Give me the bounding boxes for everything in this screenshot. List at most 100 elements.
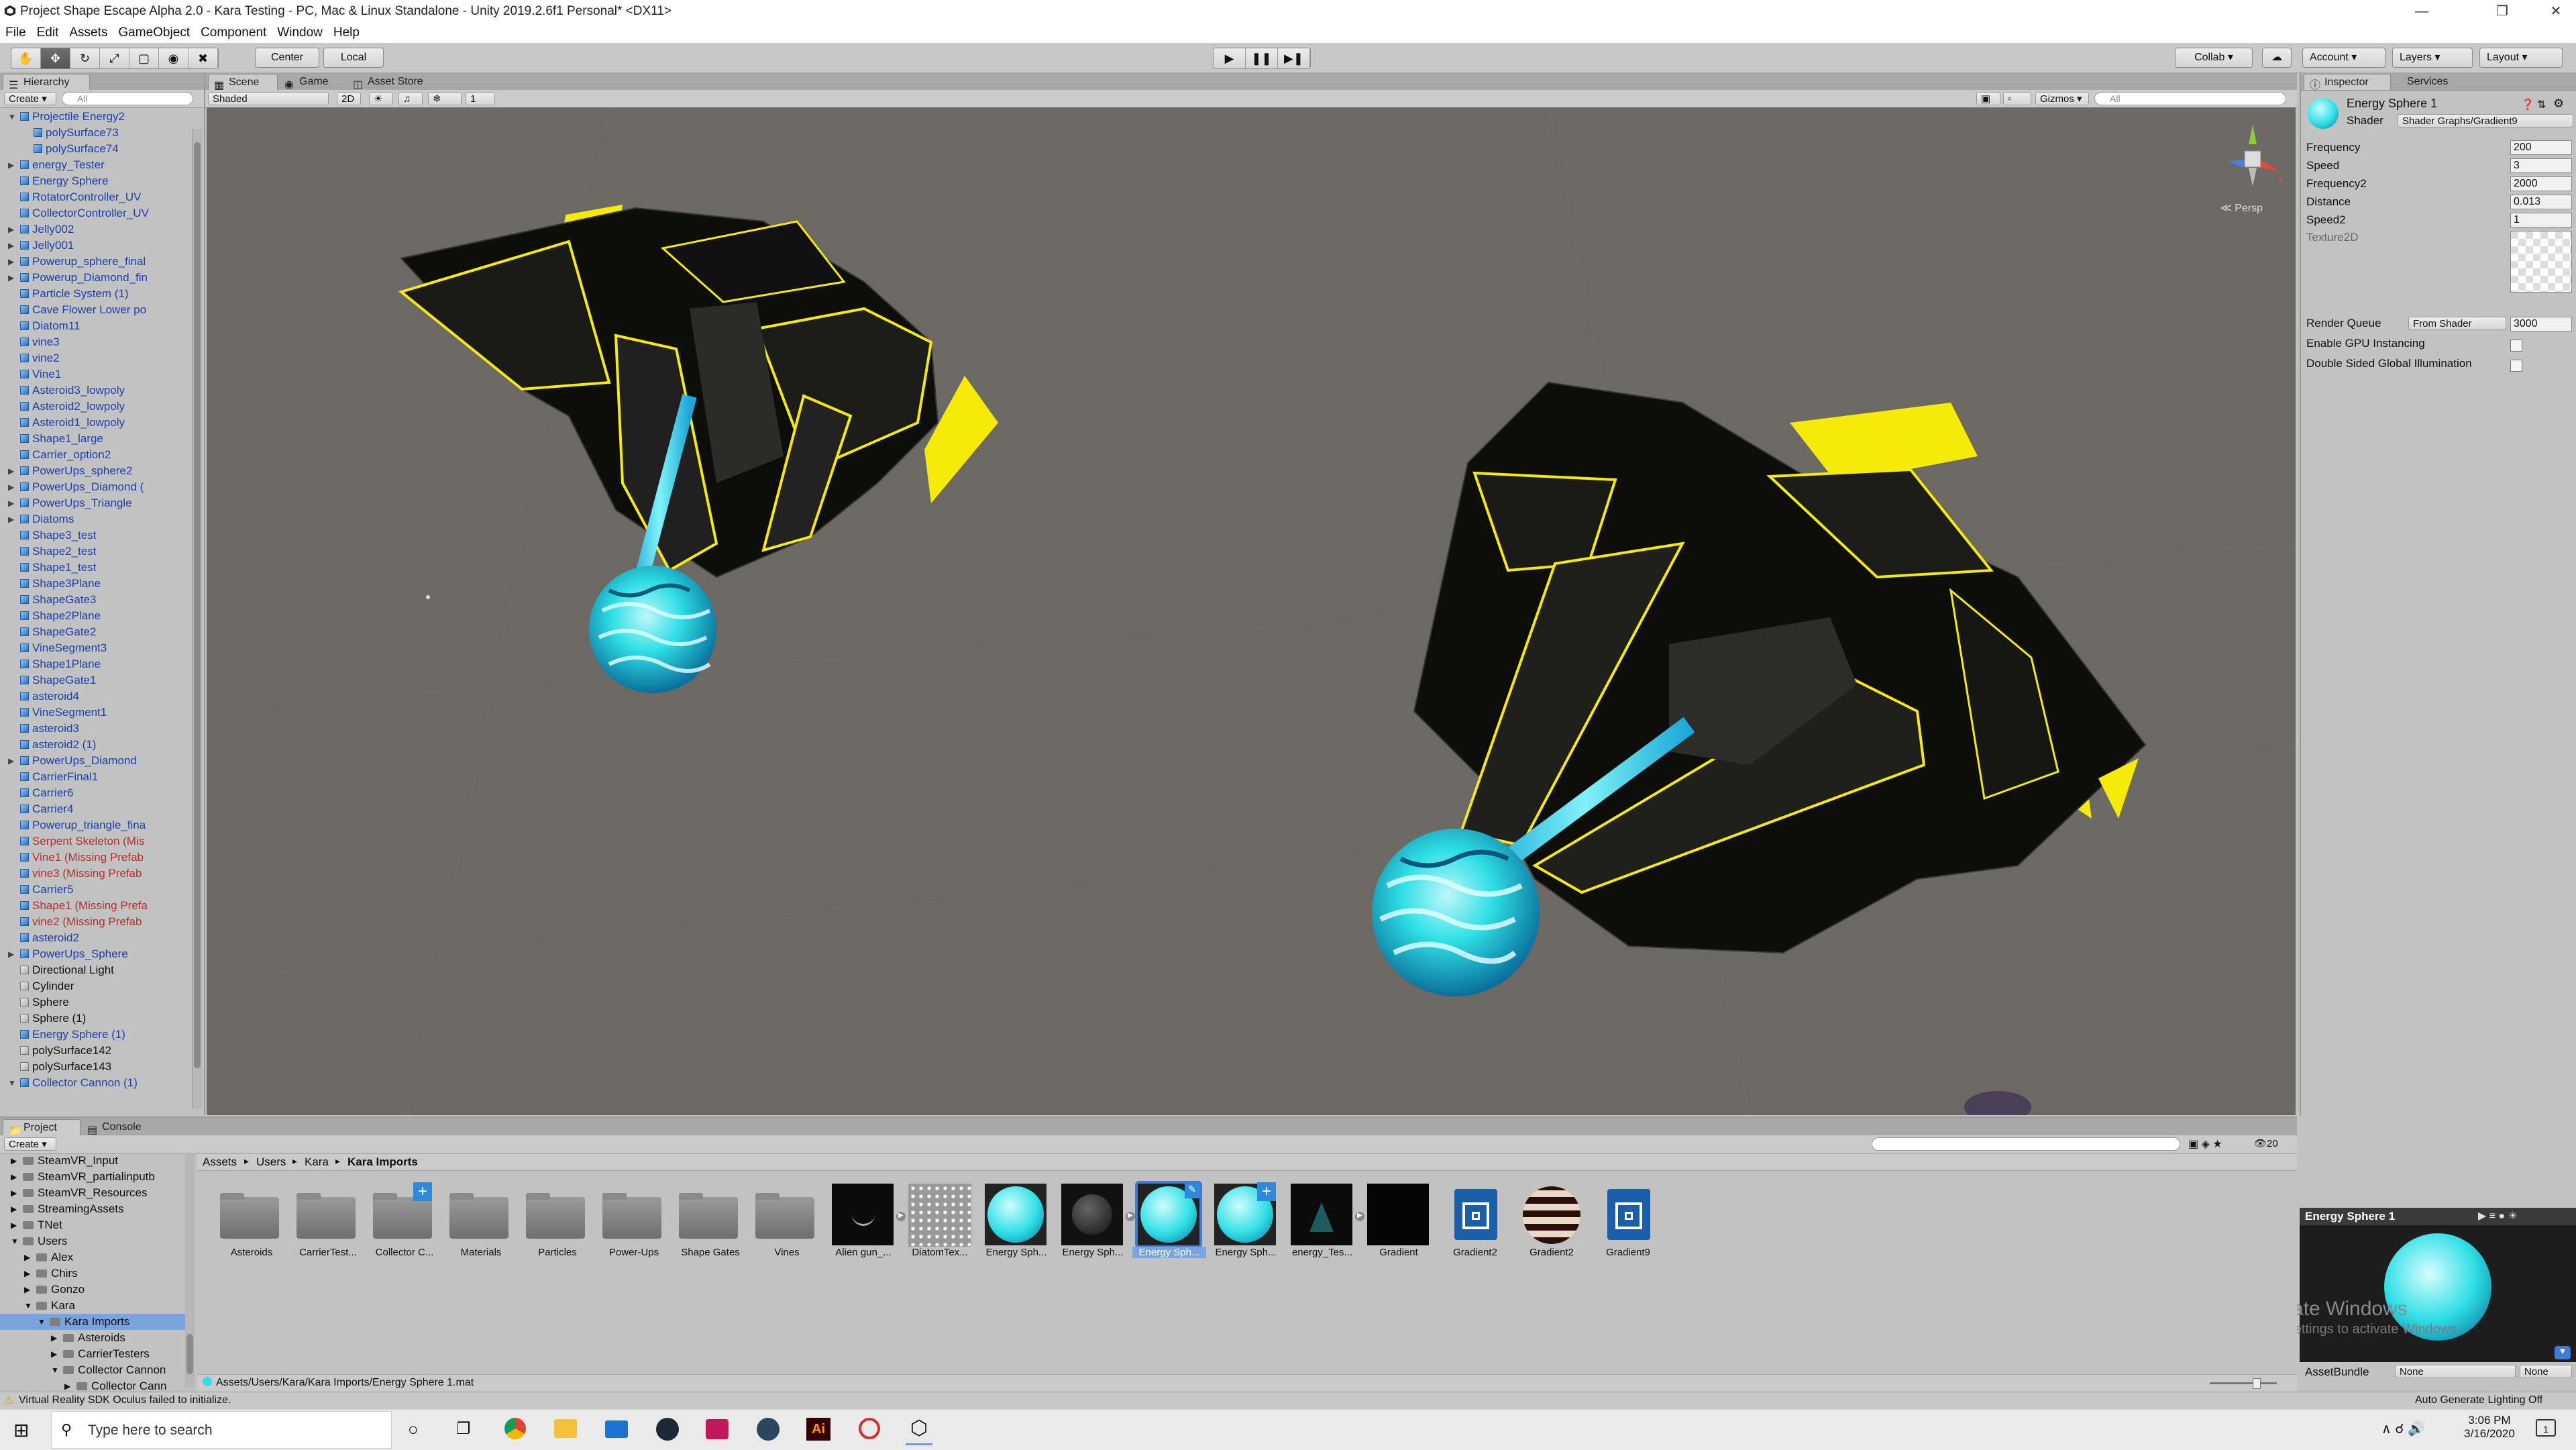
steam-icon[interactable] (656, 1418, 679, 1441)
play-icon[interactable]: ▶ (1214, 48, 1246, 68)
assetbundle-dropdown[interactable]: None (2395, 1365, 2516, 1378)
step-icon[interactable]: ▶❚ (1278, 48, 1310, 68)
system-tray-icons[interactable]: ∧ ☌ 🔊 (2381, 1420, 2424, 1437)
project-folder-item[interactable]: ▼ Kara Imports (0, 1314, 185, 1330)
hierarchy-item[interactable]: Cave Flower Lower po (0, 302, 181, 318)
preview-play-icon[interactable]: ▶ ≡ ● ☀ (2478, 1209, 2518, 1223)
audio-toggle-icon[interactable]: ♫ (398, 92, 423, 105)
hierarchy-item[interactable]: asteroid3 (0, 721, 181, 737)
menu-edit[interactable]: Edit (32, 23, 64, 40)
clock[interactable]: 3:06 PM 3/16/2020 (2459, 1414, 2520, 1441)
mail-icon[interactable] (605, 1420, 628, 1438)
pause-icon[interactable]: ❚❚ (1246, 48, 1278, 68)
hierarchy-item[interactable]: Carrier4 (0, 801, 181, 817)
asset-label[interactable]: Energy Sph... (1209, 1247, 1283, 1258)
custom-tool-icon[interactable]: ✖ (189, 48, 218, 68)
asset-thumbnail[interactable] (1289, 1182, 1356, 1249)
settings-gear-icon[interactable]: ⚙ (2553, 97, 2564, 111)
hierarchy-item[interactable]: Shape1_large (0, 431, 181, 447)
asset-thumbnail[interactable] (1595, 1182, 1662, 1249)
hidden-objects-count[interactable]: 1 (466, 92, 495, 105)
hierarchy-item[interactable]: Energy Sphere (0, 173, 181, 189)
preset-icon[interactable]: ⇅ (2537, 98, 2546, 111)
expand-arrow-icon[interactable]: ▶ (11, 1217, 17, 1233)
asset-thumbnail[interactable] (907, 1182, 974, 1249)
gizmos-icon[interactable]: ▫ (2003, 92, 2031, 105)
asset-thumbnail[interactable] (983, 1182, 1051, 1249)
crumb-assets[interactable]: Assets (203, 1155, 237, 1169)
asset-label[interactable]: Asteroids (215, 1247, 288, 1258)
hierarchy-item[interactable]: Shape3Plane (0, 576, 181, 592)
hierarchy-item[interactable]: vine2 (0, 350, 181, 366)
hierarchy-item[interactable]: Energy Sphere (1) (0, 1027, 181, 1043)
hierarchy-item[interactable]: ▶ PowerUps_Diamond ( (0, 479, 181, 495)
project-search-input[interactable] (1872, 1137, 2180, 1151)
layers-dropdown[interactable]: Layers ▾ (2392, 48, 2473, 68)
asset-thumbnail[interactable]: ✎ (1135, 1181, 1203, 1249)
gpu-instancing-checkbox[interactable] (2510, 340, 2522, 352)
hierarchy-item[interactable]: vine3 (0, 334, 181, 350)
hierarchy-item[interactable]: Cylinder (0, 978, 181, 994)
tab-asset-store[interactable]: ◫ Asset Store (347, 74, 448, 91)
hierarchy-item[interactable]: asteroid4 (0, 688, 181, 705)
hierarchy-search-input[interactable]: All (62, 92, 193, 105)
filter-icons[interactable]: ▣ ◈ ★ (2188, 1137, 2222, 1151)
asset-label[interactable]: Energy Sph... (979, 1247, 1053, 1258)
asset-label[interactable]: Gradient (1362, 1247, 1436, 1258)
slider-handle[interactable] (2253, 1378, 2261, 1389)
hierarchy-item[interactable]: Vine1 (Missing Prefab (0, 849, 181, 866)
illustrator-icon[interactable]: Ai (806, 1418, 830, 1441)
hierarchy-item[interactable]: ▶ energy_Tester (0, 157, 181, 173)
persp-label[interactable]: ≪ Persp (2220, 201, 2263, 215)
hierarchy-item[interactable]: polySurface73 (0, 125, 181, 141)
hierarchy-item[interactable]: VineSegment1 (0, 705, 181, 721)
expand-arrow-icon[interactable]: ▶ (11, 1201, 17, 1217)
property-value-field[interactable]: 3 (2510, 158, 2572, 173)
expand-arrow-icon[interactable]: ▶ (51, 1330, 57, 1346)
project-folder-item[interactable]: ▶ TNet (0, 1217, 185, 1233)
project-folder-item[interactable]: ▼ Users (0, 1233, 185, 1249)
hierarchy-item[interactable]: Carrier_option2 (0, 447, 181, 463)
asset-thumbnail[interactable] (678, 1182, 745, 1249)
hierarchy-item[interactable]: ▶ Jelly002 (0, 221, 181, 238)
expand-arrow-icon[interactable]: ▶ (11, 1185, 17, 1201)
lighting-toggle-icon[interactable]: ☀ (369, 92, 393, 105)
hierarchy-create-dropdown[interactable]: Create ▾ (4, 92, 56, 105)
asset-label[interactable]: Alien gun_... (826, 1247, 900, 1258)
asset-label[interactable]: Gradient9 (1591, 1247, 1665, 1258)
expand-arrow-icon[interactable]: ▶ (8, 463, 14, 479)
hierarchy-item[interactable]: ▶ Powerup_sphere_final (0, 254, 181, 270)
project-folder-item[interactable]: ▶ SteamVR_Resources (0, 1185, 185, 1201)
hierarchy-item[interactable]: Asteroid2_lowpoly (0, 399, 181, 415)
minimize-button[interactable]: — (2395, 0, 2449, 23)
hierarchy-item[interactable]: Shape3_test (0, 527, 181, 543)
asset-thumbnail[interactable] (219, 1182, 286, 1249)
hierarchy-item[interactable]: Shape1_test (0, 560, 181, 576)
asset-thumbnail[interactable]: + (372, 1182, 439, 1249)
gizmos-dropdown[interactable]: Gizmos ▾ (2035, 92, 2089, 105)
project-folder-item[interactable]: ▶ SteamVR_Input (0, 1153, 185, 1169)
hierarchy-item[interactable]: RotatorController_UV (0, 189, 181, 205)
shading-mode-dropdown[interactable]: Shaded (208, 92, 329, 105)
effects-dropdown-icon[interactable]: ❄ (428, 92, 462, 105)
tab-game[interactable]: ◉ Game (279, 74, 346, 91)
render-queue-value[interactable]: 3000 (2510, 317, 2572, 331)
tab-services[interactable]: Services (2392, 74, 2473, 90)
expand-arrow-icon[interactable]: ▼ (51, 1362, 59, 1378)
project-tree-scroll-thumb[interactable] (186, 1334, 193, 1374)
expand-arrow-icon[interactable]: ▶ (24, 1282, 30, 1298)
asset-label[interactable]: Energy Sph... (1056, 1247, 1130, 1258)
hierarchy-item[interactable]: Serpent Skeleton (Mis (0, 833, 181, 849)
menu-file[interactable]: File (0, 23, 32, 40)
expand-arrow-icon[interactable]: ▼ (24, 1298, 32, 1314)
property-value-field[interactable]: 0.013 (2510, 195, 2572, 209)
property-value-field[interactable]: 1 (2510, 213, 2572, 227)
asset-label[interactable]: Gradient2 (1438, 1247, 1512, 1258)
hierarchy-item[interactable]: ▶ PowerUps_Sphere (0, 946, 181, 962)
expand-arrow-icon[interactable]: ▼ (8, 109, 16, 125)
project-create-dropdown[interactable]: Create ▾ (4, 1137, 56, 1151)
asset-label[interactable]: Energy Sph... (1132, 1247, 1206, 1258)
expand-arrow-icon[interactable]: ▶ (8, 221, 14, 238)
hierarchy-item[interactable]: CollectorController_UV (0, 205, 181, 221)
chrome-icon[interactable] (504, 1418, 526, 1439)
